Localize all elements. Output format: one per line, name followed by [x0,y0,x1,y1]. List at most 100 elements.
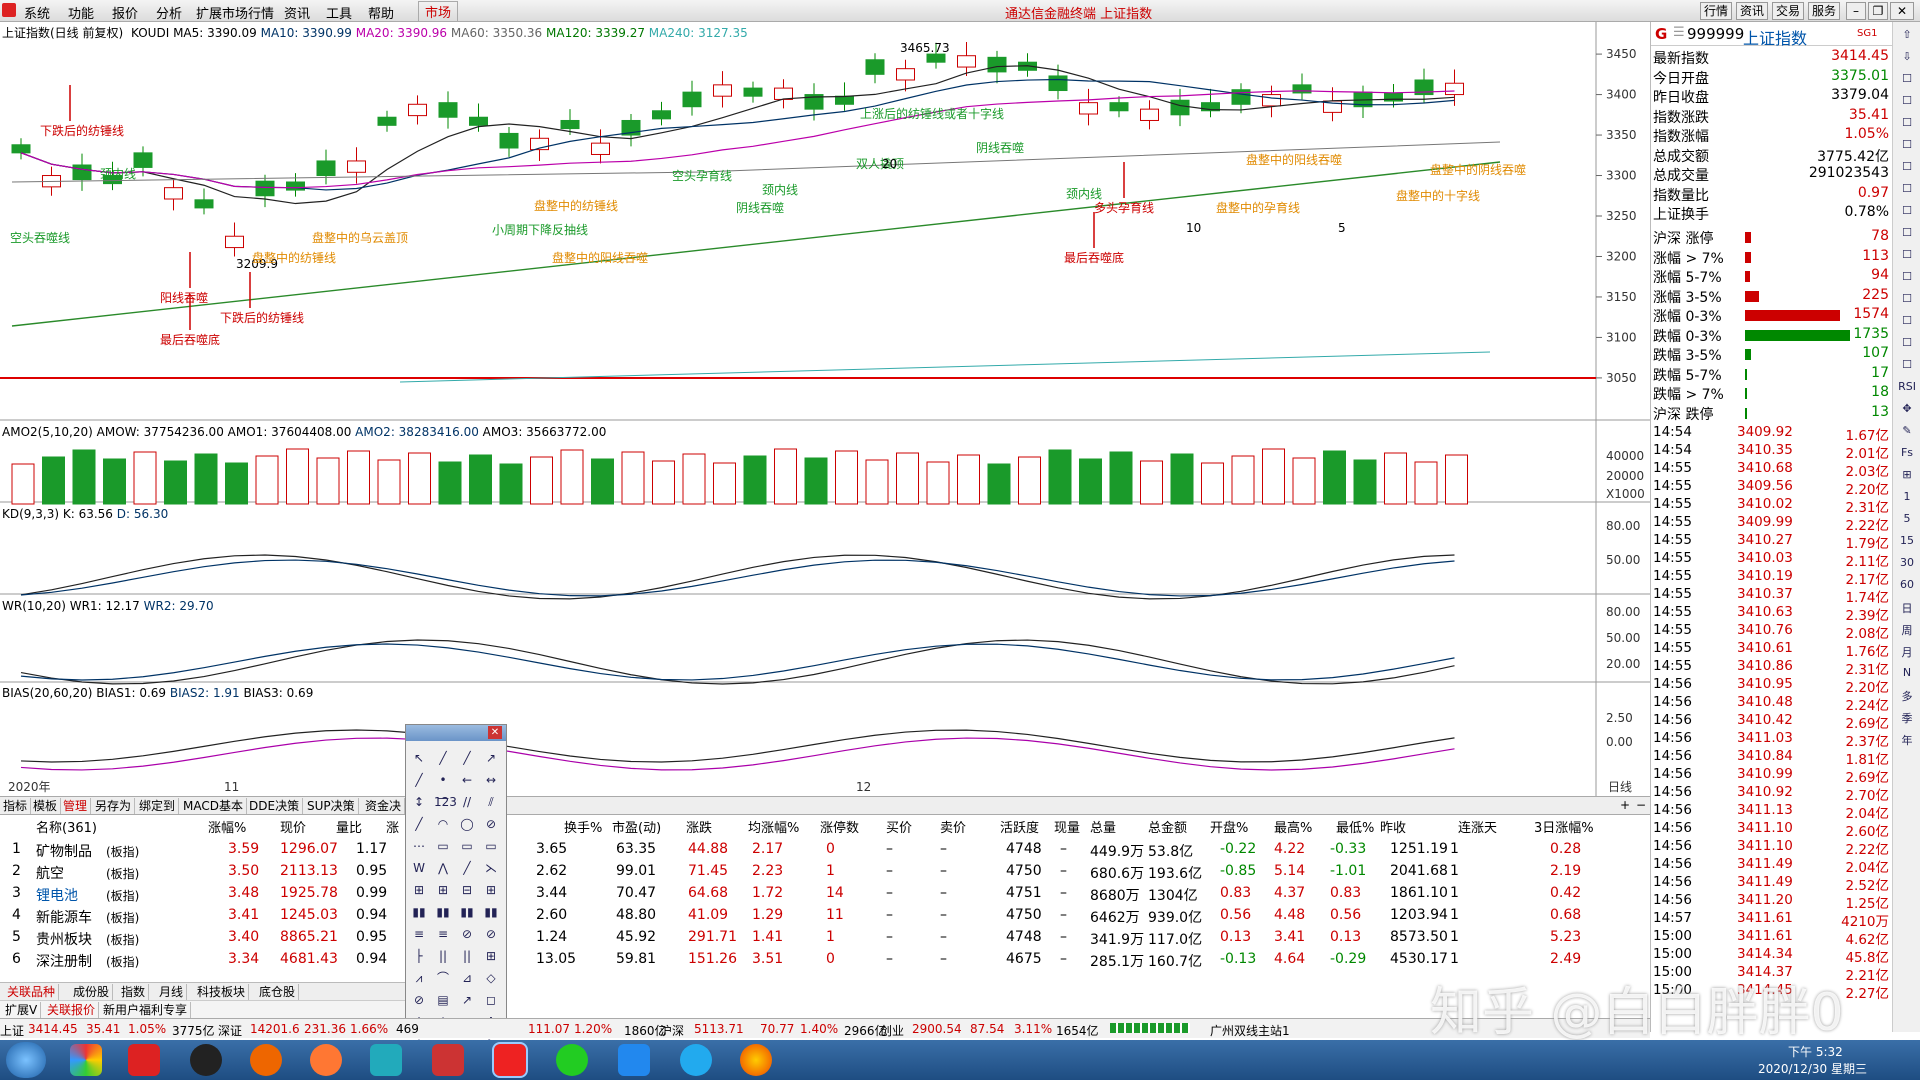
menu-system[interactable]: 系统 [24,3,50,22]
table-header[interactable]: 3日涨幅% [1534,817,1594,836]
side-tool-icon[interactable]: ✎ [1897,424,1917,442]
draw-tool-icon[interactable]: W [410,859,428,877]
tab-template[interactable]: 模板 [30,798,62,814]
side-tool-icon[interactable]: ☐ [1897,270,1917,288]
tab-base-position[interactable]: 底仓股 [256,984,300,1000]
side-tool-icon[interactable]: ☐ [1897,336,1917,354]
draw-tool-icon[interactable]: ◠ [434,815,452,833]
menu-tools[interactable]: 工具 [326,3,352,22]
side-tool-icon[interactable]: 日 [1897,600,1917,618]
draw-tool-icon[interactable]: ⩘ [410,969,428,987]
draw-tool-icon[interactable]: ≡ [434,925,452,943]
menu-analysis[interactable]: 分析 [156,3,182,22]
tab-related-quote[interactable]: 关联报价 [44,1002,100,1018]
menu-quote[interactable]: 报价 [112,3,138,22]
draw-tool-icon[interactable]: ▭ [458,837,476,855]
player-icon[interactable] [310,1044,342,1076]
table-header[interactable]: 昨收 [1380,817,1406,836]
draw-tool-icon[interactable]: ⊘ [410,991,428,1009]
top-button-service[interactable]: 服务 [1808,2,1840,20]
draw-tool-icon[interactable]: ↗ [458,991,476,1009]
draw-tool-icon[interactable]: ⊘ [482,815,500,833]
add-icon[interactable]: + [1620,798,1630,812]
draw-tool-icon[interactable]: ◻ [482,991,500,1009]
table-header[interactable]: 卖价 [940,817,966,836]
table-header[interactable]: 活跃度 [1000,817,1039,836]
tab-tech-sector[interactable]: 科技板块 [194,984,250,1000]
wechat-icon[interactable] [556,1044,588,1076]
menu-help[interactable]: 帮助 [368,3,394,22]
side-tool-icon[interactable]: ☐ [1897,292,1917,310]
tab-monthly[interactable]: 月线 [156,984,188,1000]
sector-name[interactable]: 贵州板块 [36,929,92,949]
table-header[interactable]: 换手% [564,817,602,836]
tab-constituents[interactable]: 成份股 [70,984,114,1000]
side-tool-icon[interactable]: ☐ [1897,116,1917,134]
mail-icon[interactable] [680,1044,712,1076]
tab-macd[interactable]: MACD基本 [180,798,247,814]
table-header[interactable]: 涨幅% [208,817,246,836]
table-row[interactable]: 3锂电池(板指)3.481925.780.9903.4470.4764.681.… [0,883,1650,905]
menu-lines-icon[interactable]: ☰ [1673,25,1685,40]
table-header[interactable]: 现量 [1054,817,1080,836]
toolbox-close-icon[interactable]: ✕ [488,726,502,739]
side-tool-icon[interactable]: ⊞ [1897,468,1917,486]
network-icon[interactable] [370,1044,402,1076]
side-tool-icon[interactable]: ☐ [1897,358,1917,376]
table-header[interactable]: 量比 [336,817,362,836]
table-header[interactable]: 市盈(动) [612,817,661,836]
draw-tool-icon[interactable]: ↕ [410,793,428,811]
table-header[interactable]: 涨 [386,817,399,836]
side-tool-icon[interactable]: ☐ [1897,226,1917,244]
draw-tool-icon[interactable]: ⫽ [482,793,500,811]
draw-tool-icon[interactable]: ⊿ [458,969,476,987]
firefox-icon[interactable] [740,1044,772,1076]
draw-tool-icon[interactable]: ⌒ [434,969,452,987]
word-icon[interactable] [618,1044,650,1076]
start-icon[interactable] [6,1042,46,1078]
top-button-quote[interactable]: 行情 [1700,2,1732,20]
draw-tool-icon[interactable]: •— [434,771,452,805]
tab-extend[interactable]: 扩展V [2,1002,42,1018]
draw-tool-icon[interactable]: ◇ [482,969,500,987]
side-tool-icon[interactable]: Fs [1897,446,1917,464]
menu-extended-market[interactable]: 扩展市场行情 [196,3,274,22]
draw-tool-icon[interactable]: ⊞ [482,881,500,899]
draw-tool-icon[interactable]: 123 [434,793,457,811]
sector-name[interactable]: 矿物制品 [36,841,92,861]
drawing-toolbox[interactable]: ✕ ↖ ╱ ╱ ↗ ╱ •— ← ↔ ↕ 123// ⫽ ╱ ◠ ◯ ⊘ ⋯ ▭ ▭ ▭ W ⋀ ╱ ⋋ ⊞ ⊞ ⊟ ⊞ ▮▮ ▮▮ ▮▮… [405,724,507,1073]
side-tool-icon[interactable]: 30 [1897,556,1917,574]
tab-new-user[interactable]: 新用户福利专享 [100,1002,192,1018]
side-tool-icon[interactable]: ⇧ [1897,28,1917,46]
table-header[interactable]: 总金额 [1148,817,1187,836]
side-tool-icon[interactable]: N [1897,666,1917,684]
app-icon[interactable] [250,1044,282,1076]
top-button-news[interactable]: 资讯 [1736,2,1768,20]
table-header[interactable]: 涨跌 [686,817,712,836]
sector-name[interactable]: 航空 [36,863,64,883]
clock-date[interactable]: 2020/12/30 星期三 [1758,1060,1867,1077]
draw-tool-icon[interactable]: ⊘ [482,925,500,943]
minimize-icon[interactable]: – [1846,2,1866,20]
draw-tool-icon[interactable]: ↖ [410,749,428,767]
draw-tool-icon[interactable]: ▮▮ [434,903,452,921]
restore-icon[interactable]: ❐ [1868,2,1888,20]
side-tool-icon[interactable]: 60 [1897,578,1917,596]
side-tool-icon[interactable]: ☐ [1897,72,1917,90]
draw-tool-icon[interactable]: ▮▮ [410,903,428,921]
menu-news[interactable]: 资讯 [284,3,310,22]
side-tool-icon[interactable]: ☐ [1897,204,1917,222]
tab-related[interactable]: 关联品种 [4,984,60,1000]
draw-tool-icon[interactable]: ▮▮ [482,903,500,921]
top-button-trade[interactable]: 交易 [1772,2,1804,20]
table-header[interactable]: 最低% [1336,817,1374,836]
table-row[interactable]: 2航空(板指)3.502113.130.9502.6299.0171.452.2… [0,861,1650,883]
draw-tool-icon[interactable]: ⋯ [410,837,428,855]
draw-tool-icon[interactable]: ⊞ [410,881,428,899]
qq-icon[interactable] [190,1044,222,1076]
side-tool-icon[interactable]: ☐ [1897,248,1917,266]
table-header[interactable]: 现价 [280,817,306,836]
tab-fund[interactable]: 资金决 [362,798,406,814]
minus-icon[interactable]: − [1636,798,1646,812]
menu-function[interactable]: 功能 [68,3,94,22]
